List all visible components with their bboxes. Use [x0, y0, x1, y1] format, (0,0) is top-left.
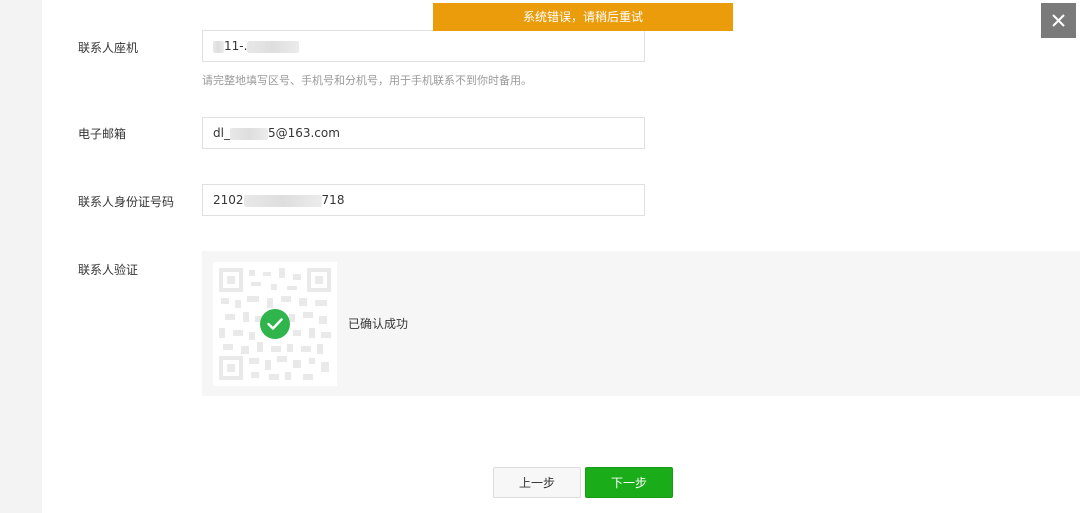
prev-step-button[interactable]: 上一步	[493, 467, 581, 498]
close-button[interactable]	[1041, 3, 1076, 38]
verification-label: 联系人验证	[78, 263, 139, 277]
email-input[interactable]: dl_ 5@163.com	[202, 117, 645, 149]
check-circle-icon	[260, 309, 290, 339]
page: 联系人座机 11-. 请完整地填写区号、手机号和分机号，用于手机联系不到你时备用…	[0, 0, 1080, 513]
landline-input[interactable]: 11-.	[202, 30, 645, 62]
error-toast: 系统错误，请稍后重试	[433, 3, 733, 31]
masked-text	[213, 40, 224, 53]
landline-label: 联系人座机	[78, 41, 139, 55]
qr-code	[213, 262, 337, 386]
landline-value: 11-.	[224, 39, 248, 53]
masked-text	[247, 40, 300, 53]
email-label: 电子邮箱	[78, 127, 127, 141]
id-number-prefix: 2102	[213, 193, 244, 207]
masked-text	[243, 194, 322, 207]
next-step-button[interactable]: 下一步	[585, 467, 673, 498]
email-value-suffix: 5@163.com	[267, 126, 340, 140]
id-number-label: 联系人身份证号码	[78, 195, 175, 209]
email-value-prefix: dl_	[213, 126, 230, 140]
landline-hint: 请完整地填写区号、手机号和分机号，用于手机联系不到你时备用。	[202, 74, 532, 87]
close-icon	[1052, 14, 1065, 27]
verification-panel: 已确认成功	[202, 251, 1080, 396]
id-number-input[interactable]: 2102 718	[202, 184, 645, 216]
masked-text	[229, 127, 268, 140]
id-number-suffix: 718	[321, 193, 345, 207]
verification-status: 已确认成功	[348, 317, 409, 331]
